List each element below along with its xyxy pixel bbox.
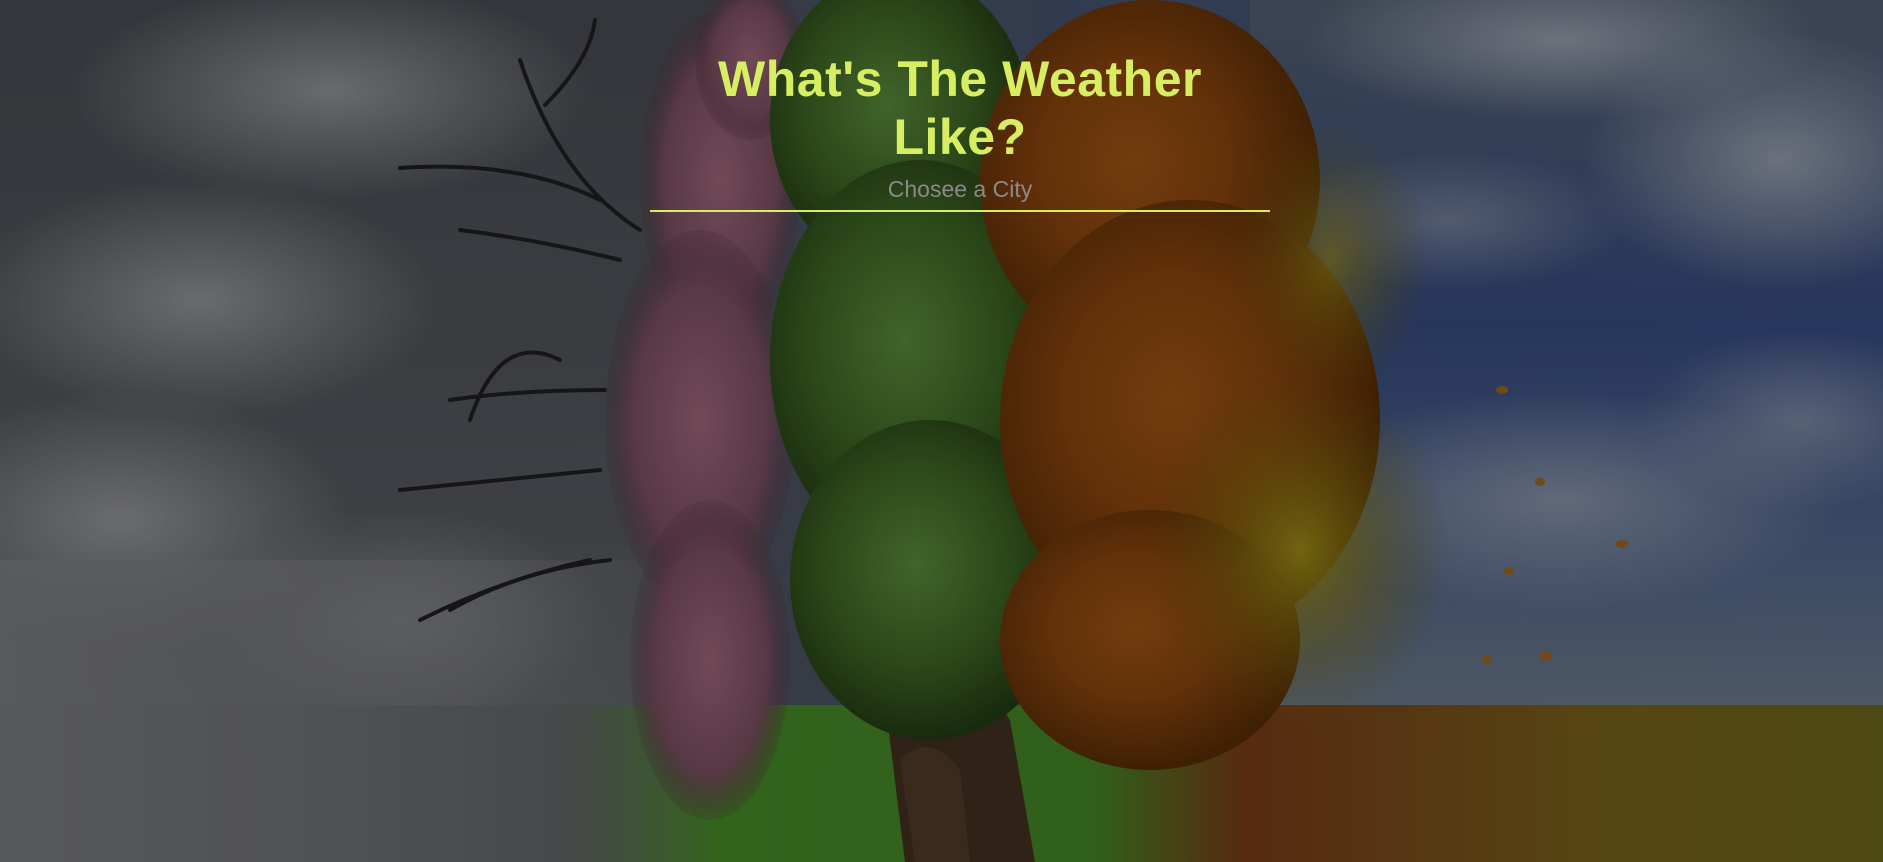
city-search-input[interactable] — [650, 172, 1270, 212]
page-title: What's The Weather Like? — [718, 51, 1202, 165]
search-panel: What's The Weather Like? — [650, 50, 1270, 212]
